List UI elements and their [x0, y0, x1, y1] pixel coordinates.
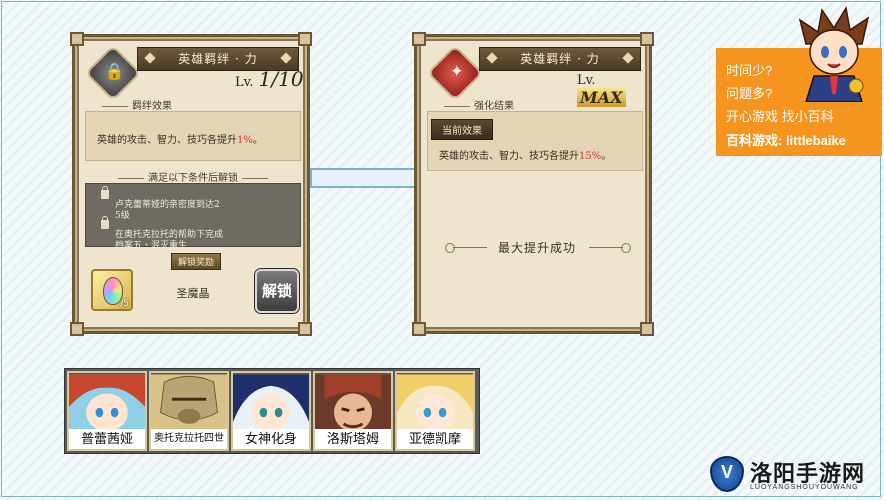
hero-portrait: [315, 374, 391, 432]
locked-bond-icon: 🔒: [84, 44, 142, 102]
hero-portrait: [233, 374, 309, 432]
promo-brand: 百科游戏: littlebaike: [726, 133, 846, 148]
hero-name: 洛斯塔姆: [315, 429, 391, 449]
ornament-right: [589, 243, 631, 253]
panel-title: 英雄羁绊 · 力: [479, 47, 641, 71]
mascot-avatar: [798, 6, 870, 102]
condition-archive: 在奥托克拉托的帮助下完成 档案五・泯灭重生: [101, 216, 295, 252]
promo-line-2: 问题多?: [726, 86, 773, 101]
reward-item-slot[interactable]: /5: [91, 269, 133, 311]
site-logo-icon: [710, 456, 744, 492]
hero-card-rostam[interactable]: 洛斯塔姆: [313, 371, 393, 451]
reward-item-name: 圣魔晶: [176, 287, 210, 300]
transition-arrow: [310, 168, 420, 188]
hero-name: 奥托克拉托四世: [151, 429, 227, 449]
hero-card-autocrato[interactable]: 奥托克拉托四世: [149, 371, 229, 451]
hero-card-presia[interactable]: 普蕾茜娅: [67, 371, 147, 451]
bond-panel-max: ✦ 英雄羁绊 · 力 Lv. MAX 强化结果 当前效果 英雄的攻击、智力、技巧…: [412, 32, 654, 336]
promo-line-3: 开心游戏 找小百科: [726, 109, 834, 124]
unlock-button[interactable]: 解锁: [254, 268, 300, 314]
bond-level: Lv. 1/10: [235, 67, 304, 91]
unlocked-bond-icon: ✦: [426, 44, 484, 102]
hero-portrait: [397, 374, 473, 432]
unlock-reward-label: 解锁奖励: [171, 253, 222, 270]
bond-level: Lv. MAX: [577, 69, 649, 107]
reward-count: /5: [120, 299, 129, 309]
hero-card-goddess-avatar[interactable]: 女神化身: [231, 371, 311, 451]
hero-name: 亚德凯摩: [397, 429, 473, 449]
hero-portrait-strip: 普蕾茜娅 奥托克拉托四世 女神化身 洛斯塔姆 亚德凯摩: [64, 368, 480, 454]
effect-description: 英雄的攻击、智力、技巧各提升15%。: [439, 151, 612, 162]
watermark-subtitle: LUOYANGSHOUYOUWANG: [750, 484, 859, 491]
unlock-condition-header: 满足以下条件后解锁: [85, 169, 301, 184]
lock-icon: [101, 216, 109, 229]
promo-line-1: 时间少?: [726, 63, 773, 78]
lock-icon: [101, 186, 109, 199]
condition-affinity: 卢克蕾蒂娅的亲密度到达2 5级: [101, 186, 295, 222]
hero-name: 普蕾茜娅: [69, 429, 145, 449]
hero-portrait: [69, 374, 145, 432]
hero-portrait: [151, 374, 227, 432]
bond-panel-locked: 🔒 英雄羁绊 · 力 Lv. 1/10 羁绊效果 英雄的攻击、智力、技巧各提升1…: [70, 32, 312, 336]
site-watermark: 洛阳手游网 LUOYANGSHOUYOUWANG: [706, 454, 882, 498]
max-upgrade-message: 最大提升成功: [497, 241, 576, 255]
hero-name: 女神化身: [233, 429, 309, 449]
current-effect-label: 当前效果: [431, 119, 493, 140]
hero-card-adekemo[interactable]: 亚德凯摩: [395, 371, 475, 451]
effect-description: 英雄的攻击、智力、技巧各提升1%。: [97, 135, 263, 146]
